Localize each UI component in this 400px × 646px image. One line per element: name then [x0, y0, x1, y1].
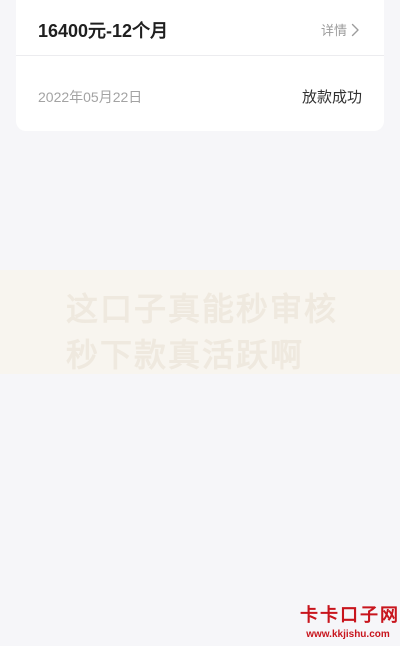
details-link[interactable]: 详情 [321, 20, 360, 39]
loan-amount-term: 16400元-12个月 [38, 21, 169, 41]
loan-status: 放款成功 [301, 89, 362, 106]
site-logo: 卡卡口子网 www.kkjishu.com [300, 601, 400, 640]
loan-record-card[interactable]: 16400元-12个月 详情 2022年05月22日 放款成功 [16, 0, 384, 131]
chevron-right-icon [351, 23, 359, 36]
watermark-band: 这口子真能秒审核秒下款真活跃啊 [0, 270, 400, 374]
loan-card-header: 16400元-12个月 详情 [16, 0, 384, 56]
details-label: 详情 [320, 23, 347, 38]
logo-url: www.kkjishu.com [306, 629, 390, 640]
loan-date: 2022年05月22日 [38, 89, 143, 105]
logo-name: 卡卡口子网 [300, 605, 400, 626]
watermark-text: 这口子真能秒审核秒下款真活跃啊 [66, 291, 339, 373]
